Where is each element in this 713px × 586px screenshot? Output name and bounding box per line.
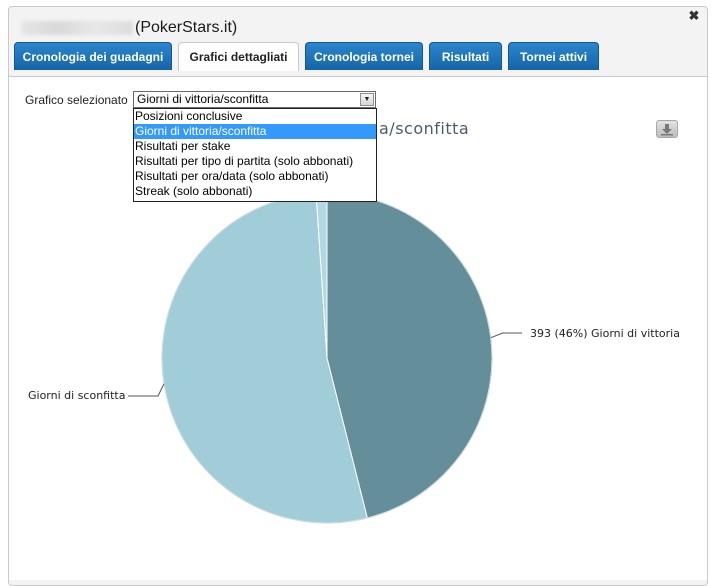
pie-label-1: Giorni di sconfitta (28, 389, 125, 402)
dropdown-option[interactable]: Risultati per ora/data (solo abbonati) (134, 169, 376, 184)
pie-label-0: 393 (46%) Giorni di vittoria (530, 327, 680, 340)
dropdown-option[interactable]: Streak (solo abbonati) (134, 184, 376, 199)
dropdown-option[interactable]: Risultati per tipo di partita (solo abbo… (134, 154, 376, 169)
dropdown-option[interactable]: Posizioni conclusive (134, 109, 376, 124)
pie-label-leader-0 (490, 332, 522, 339)
pie-label-leader-1 (128, 383, 165, 397)
pie-chart: 393 (46%) Giorni di vittoria Giorni di sc… (28, 192, 680, 524)
dropdown-option[interactable]: Risultati per stake (134, 139, 376, 154)
chart-select-dropdown: Posizioni conclusive Giorni di vittoria/… (133, 108, 377, 202)
dropdown-option-selected[interactable]: Giorni di vittoria/sconfitta (134, 124, 376, 139)
